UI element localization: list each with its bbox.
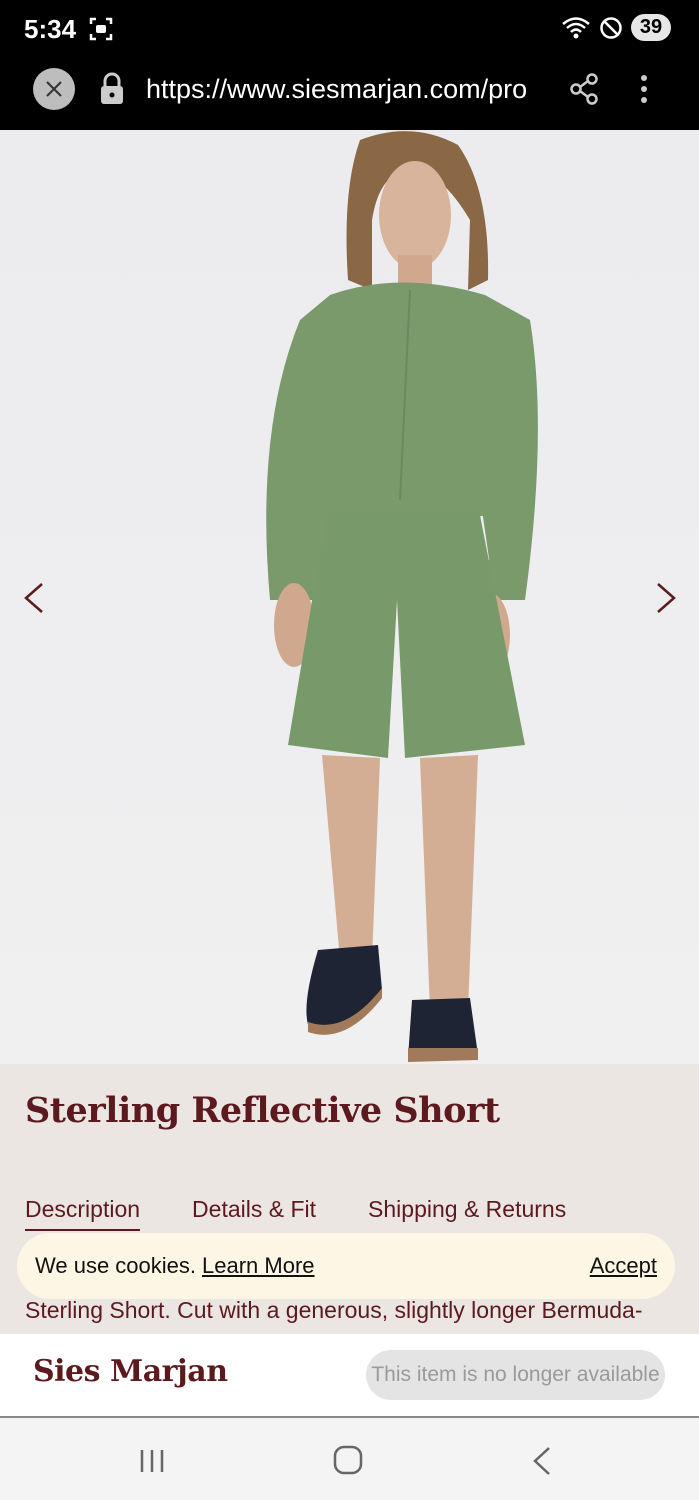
cookie-learn-more-link[interactable]: Learn More [202,1253,315,1279]
browser-toolbar: https://www.siesmarjan.com/pro [0,60,699,130]
lock-icon[interactable] [98,72,126,106]
previous-image-icon[interactable] [14,578,54,618]
status-bar: 5:34 39 [0,0,699,60]
cookie-banner: We use cookies. Learn More Accept [17,1233,675,1299]
sticky-product-bar: Sies Marjan This item is no longer avail… [0,1334,699,1418]
tab-description[interactable]: Description [25,1196,141,1231]
wifi-icon [562,16,590,38]
url-bar[interactable]: https://www.siesmarjan.com/pro [146,74,546,105]
tab-details-fit[interactable]: Details & Fit [192,1196,316,1231]
product-tabs: Description Details & Fit Shipping & Ret… [25,1196,618,1231]
close-tab-button[interactable] [33,68,75,110]
cookie-accept-button[interactable]: Accept [590,1253,657,1279]
cookie-message: We use cookies. [35,1253,197,1278]
do-not-disturb-icon [600,16,622,39]
status-right: 39 [561,14,671,41]
more-vert-icon[interactable] [632,72,656,106]
back-icon[interactable] [530,1444,554,1478]
next-image-icon[interactable] [646,578,686,618]
brand-logo[interactable]: Sies Marjan [33,1354,228,1389]
model-photo [266,131,538,1062]
screen-record-icon [89,17,113,41]
product-image[interactable] [0,130,699,1064]
home-icon[interactable] [332,1444,364,1476]
unavailable-button[interactable]: This item is no longer available [366,1350,665,1400]
share-icon[interactable] [568,72,600,106]
battery-icon: 39 [631,14,671,41]
close-icon [46,81,62,97]
tab-shipping-returns[interactable]: Shipping & Returns [368,1196,566,1231]
product-title: Sterling Reflective Short [25,1090,500,1131]
status-time: 5:34 [24,14,77,44]
system-nav-bar [0,1418,699,1500]
recent-apps-icon[interactable] [136,1446,168,1476]
